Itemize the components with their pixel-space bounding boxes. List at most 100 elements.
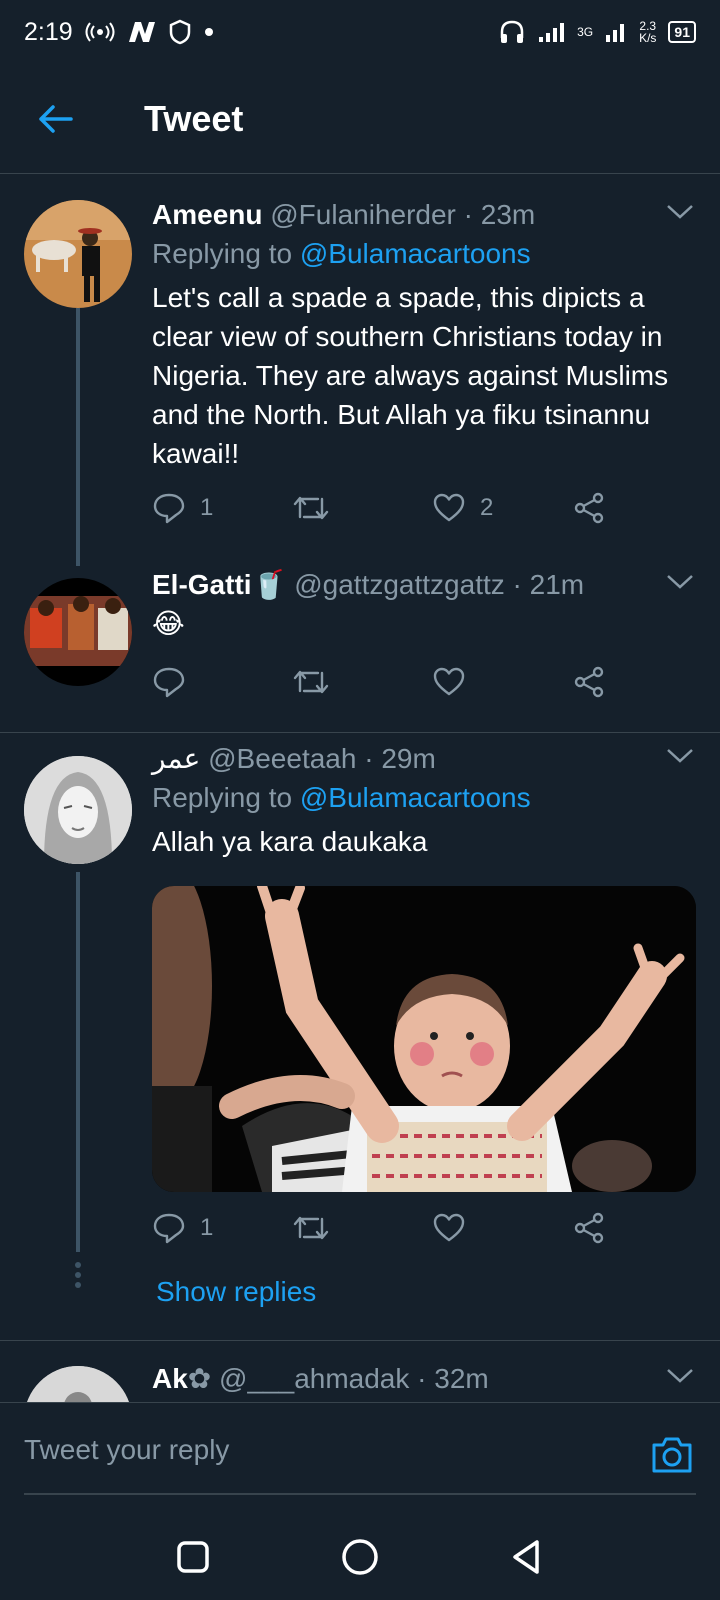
retweet-icon bbox=[293, 496, 329, 520]
tweet[interactable]: El-Gatti🥤 @gattzgattzgattz · 21m 😂 bbox=[0, 566, 720, 732]
avatar[interactable] bbox=[24, 756, 132, 864]
avatar[interactable] bbox=[24, 578, 132, 686]
tweet[interactable]: عمر @Beeetaah · 29m Replying to @Bulamac… bbox=[0, 740, 720, 1340]
retweet-button[interactable] bbox=[292, 660, 432, 704]
thread-line bbox=[76, 308, 80, 566]
timestamp: · 21m bbox=[512, 569, 585, 600]
back-button[interactable] bbox=[0, 64, 110, 174]
nav-square-icon[interactable] bbox=[173, 1537, 213, 1577]
caret-down-icon[interactable] bbox=[666, 1366, 694, 1386]
replying-label: Replying to bbox=[152, 238, 293, 269]
page-title: Tweet bbox=[144, 97, 244, 139]
reply-button[interactable]: 1 bbox=[152, 486, 292, 530]
display-name[interactable]: Ak bbox=[152, 1363, 188, 1394]
retweet-icon bbox=[293, 670, 329, 694]
share-icon bbox=[574, 1212, 604, 1244]
network-speed: 2.3 K/s bbox=[639, 20, 656, 44]
handle[interactable]: @Fulaniherder bbox=[270, 199, 456, 230]
header: Tweet bbox=[0, 64, 720, 174]
notification-dot-icon bbox=[204, 28, 213, 36]
retweet-button[interactable] bbox=[292, 1206, 432, 1250]
tweet-header: عمر @Beeetaah · 29m bbox=[152, 740, 696, 778]
network-type: 3G bbox=[577, 25, 594, 39]
replying-to: Replying to @Bulamacartoons bbox=[152, 778, 696, 818]
share-button[interactable] bbox=[572, 1206, 612, 1250]
share-button[interactable] bbox=[572, 486, 612, 530]
tweet[interactable]: Ameenu @Fulaniherder · 23m Replying to @… bbox=[0, 196, 720, 566]
share-icon bbox=[574, 666, 604, 698]
status-time: 2:19 bbox=[24, 17, 73, 46]
display-name[interactable]: El-Gatti bbox=[152, 569, 252, 600]
tweet-actions bbox=[152, 660, 612, 704]
divider bbox=[0, 732, 720, 733]
like-icon bbox=[433, 1213, 465, 1242]
like-count: 2 bbox=[480, 494, 494, 521]
reply-button[interactable] bbox=[152, 660, 292, 704]
like-icon bbox=[433, 493, 465, 522]
reply-icon bbox=[153, 667, 185, 698]
reply-underline bbox=[24, 1493, 696, 1495]
tweet-header: Ameenu @Fulaniherder · 23m bbox=[152, 196, 696, 234]
caret-down-icon[interactable] bbox=[666, 572, 694, 592]
retweet-icon bbox=[293, 1216, 329, 1240]
tweet-content: Ameenu @Fulaniherder · 23m Replying to @… bbox=[152, 196, 696, 473]
tweet[interactable]: Ak✿ @___ahmadak · 32m bbox=[0, 1360, 720, 1402]
reply-input[interactable] bbox=[24, 1423, 624, 1477]
signal-icon bbox=[539, 23, 565, 42]
like-button[interactable] bbox=[432, 660, 572, 704]
network-speed-unit: K/s bbox=[639, 31, 657, 45]
handle[interactable]: @Beeetaah bbox=[208, 743, 356, 774]
avatar[interactable] bbox=[24, 1366, 132, 1402]
camera-icon[interactable] bbox=[650, 1435, 694, 1475]
share-button[interactable] bbox=[572, 660, 612, 704]
like-button[interactable] bbox=[432, 1206, 572, 1250]
like-button[interactable]: 2 bbox=[432, 486, 572, 530]
tweet-actions: 1 bbox=[152, 1206, 612, 1250]
status-bar: 2:19 3G 2.3 K/s 91 bbox=[0, 0, 720, 64]
hotspot-icon bbox=[85, 22, 115, 42]
reply-icon bbox=[153, 493, 185, 524]
mention-link[interactable]: @Bulamacartoons bbox=[300, 782, 531, 813]
reply-button[interactable]: 1 bbox=[152, 1206, 292, 1250]
tweet-header: El-Gatti🥤 @gattzgattzgattz · 21m bbox=[152, 566, 696, 604]
timestamp: · 23m bbox=[463, 199, 536, 230]
tweet-text: Allah ya kara daukaka bbox=[152, 826, 428, 857]
headphones-icon bbox=[500, 20, 524, 43]
timestamp: · 29m bbox=[364, 743, 436, 774]
handle[interactable]: @gattzgattzgattz bbox=[294, 569, 505, 600]
system-nav-bar bbox=[0, 1514, 720, 1600]
shield-icon bbox=[169, 19, 190, 45]
tweet-content: Ak✿ @___ahmadak · 32m bbox=[152, 1360, 696, 1398]
avatar[interactable] bbox=[24, 200, 132, 308]
tweet-actions: 1 2 bbox=[152, 486, 612, 530]
battery-indicator: 91 bbox=[668, 21, 696, 43]
nav-back-icon[interactable] bbox=[507, 1537, 547, 1577]
name-emoji: ✿ bbox=[187, 1363, 212, 1394]
reply-icon bbox=[153, 1213, 185, 1244]
show-replies-link[interactable]: Show replies bbox=[156, 1276, 316, 1308]
caret-down-icon[interactable] bbox=[666, 746, 694, 766]
tweet-content: El-Gatti🥤 @gattzgattzgattz · 21m 😂 bbox=[152, 566, 696, 643]
nav-circle-icon[interactable] bbox=[340, 1537, 380, 1577]
divider bbox=[0, 1340, 720, 1341]
display-name[interactable]: Ameenu bbox=[152, 199, 262, 230]
reply-count: 1 bbox=[200, 494, 214, 521]
like-icon bbox=[433, 667, 465, 696]
name-emoji: 🥤 bbox=[251, 569, 287, 600]
display-name[interactable]: عمر bbox=[152, 743, 200, 774]
reply-count: 1 bbox=[200, 1214, 214, 1241]
replying-label: Replying to bbox=[152, 782, 293, 813]
thread-dots bbox=[74, 1262, 82, 1292]
news-app-icon bbox=[128, 22, 155, 42]
caret-down-icon[interactable] bbox=[666, 202, 694, 222]
signal-icon-2 bbox=[606, 24, 625, 42]
tweet-header: Ak✿ @___ahmadak · 32m bbox=[152, 1360, 696, 1398]
reply-bar bbox=[0, 1402, 720, 1514]
handle[interactable]: @___ahmadak bbox=[219, 1363, 409, 1394]
tweet-text: Let's call a spade a spade, this dipicts… bbox=[152, 282, 669, 469]
replying-to: Replying to @Bulamacartoons bbox=[152, 234, 696, 274]
back-arrow-icon bbox=[39, 104, 73, 133]
mention-link[interactable]: @Bulamacartoons bbox=[300, 238, 531, 269]
tweet-image[interactable] bbox=[152, 886, 696, 1192]
retweet-button[interactable] bbox=[292, 486, 432, 530]
